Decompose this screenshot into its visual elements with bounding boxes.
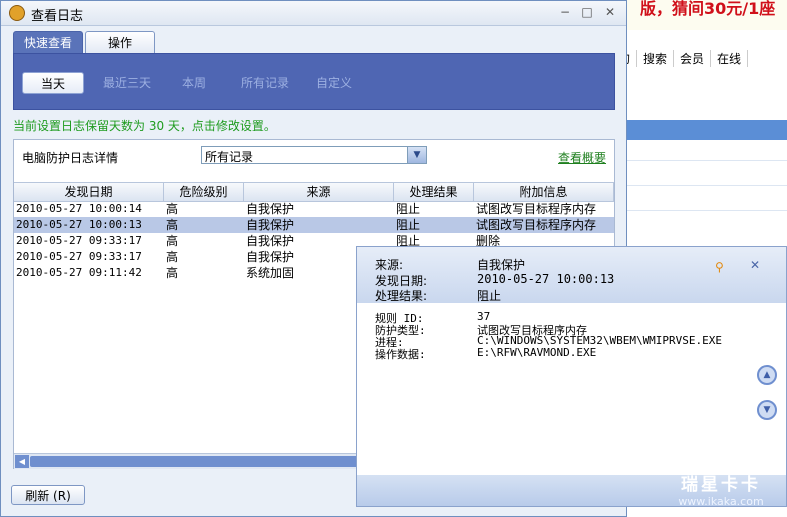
refresh-button[interactable]: 刷新 (R)	[11, 485, 85, 505]
cell-level: 高	[166, 266, 179, 280]
cell-source: 自我保护	[246, 250, 295, 264]
nav-item-member[interactable]: 会员	[674, 49, 712, 67]
popup-date-value: 2010-05-27 10:00:13	[477, 272, 615, 286]
cell-level: 高	[166, 218, 179, 232]
background-banner: 版，猜间30元/1座	[600, 0, 787, 30]
column-header-level[interactable]: 危险级别	[164, 183, 244, 201]
cell-source: 自我保护	[246, 218, 295, 232]
popup-header: 来源: 自我保护 发现日期: 2010-05-27 10:00:13 处理结果:…	[357, 247, 786, 303]
background-divider	[600, 185, 787, 186]
pin-icon[interactable]: ⚲	[715, 260, 724, 274]
record-filter-select[interactable]: 所有记录 ▼	[201, 146, 427, 164]
title-bar[interactable]: 查看日志 − □ ✕	[1, 1, 626, 26]
table-header: 发现日期 危险级别 来源 处理结果 附加信息	[14, 182, 614, 202]
view-overview-link[interactable]: 查看概要	[558, 149, 606, 166]
operation-data-value: E:\RFW\RAVMOND.EXE	[477, 346, 597, 359]
table-row[interactable]: 2010-05-27 10:00:13 高 自我保护 阻止 试图改写目标程序内存	[14, 217, 614, 233]
cell-date: 2010-05-27 09:11:42	[16, 266, 142, 279]
retention-notice[interactable]: 当前设置日志保留天数为 30 天，点击修改设置。	[13, 117, 276, 134]
cell-result: 阻止	[396, 218, 421, 232]
popup-result-label: 处理结果:	[375, 289, 428, 303]
app-logo-icon	[9, 5, 25, 21]
filter-panel: 当天 最近三天 本周 所有记录 自定义	[13, 53, 615, 110]
chevron-down-icon[interactable]: ▼	[407, 147, 426, 163]
watermark-logo: 瑞星卡卡 www.ikaka.com	[655, 468, 787, 517]
select-value: 所有记录	[205, 150, 254, 164]
cell-result: 阻止	[396, 202, 421, 216]
column-header-source[interactable]: 来源	[244, 183, 394, 201]
column-header-date[interactable]: 发现日期	[14, 183, 164, 201]
cell-date: 2010-05-27 10:00:13	[16, 218, 142, 231]
popup-source-value: 自我保护	[477, 258, 526, 272]
cell-level: 高	[166, 202, 179, 216]
close-button[interactable]: ✕	[602, 4, 618, 20]
background-divider	[600, 210, 787, 211]
background-nav: 我的 搜索 会员 在线	[600, 44, 787, 72]
operation-data-label: 操作数据:	[375, 348, 426, 361]
cell-source: 自我保护	[246, 202, 295, 216]
cell-info: 试图改写目标程序内存	[476, 202, 597, 216]
background-divider	[600, 160, 787, 161]
scroll-up-icon[interactable]: ▲	[757, 365, 777, 385]
cell-info: 试图改写目标程序内存	[476, 218, 597, 232]
cell-source: 自我保护	[246, 234, 295, 248]
maximize-button[interactable]: □	[579, 4, 595, 20]
cell-source: 系统加固	[246, 266, 295, 280]
watermark-title: 瑞星卡卡	[681, 475, 761, 495]
cell-date: 2010-05-27 10:00:14	[16, 202, 142, 215]
cell-level: 高	[166, 250, 179, 264]
close-icon[interactable]: ✕	[749, 259, 761, 271]
nav-item-online[interactable]: 在线	[711, 49, 749, 67]
minimize-button[interactable]: −	[557, 4, 573, 20]
log-detail-label: 电脑防护日志详情	[22, 151, 119, 165]
window-title: 查看日志	[31, 9, 84, 24]
tab-quick-view[interactable]: 快速查看	[13, 31, 83, 53]
cell-level: 高	[166, 234, 179, 248]
scroll-down-icon[interactable]: ▼	[757, 400, 777, 420]
cell-date: 2010-05-27 09:33:17	[16, 234, 142, 247]
table-row[interactable]: 2010-05-27 10:00:14 高 自我保护 阻止 试图改写目标程序内存	[14, 201, 614, 217]
cell-date: 2010-05-27 09:33:17	[16, 250, 142, 263]
popup-source-label: 来源:	[375, 258, 404, 272]
nav-item-search[interactable]: 搜索	[637, 49, 675, 67]
filter-today[interactable]: 当天	[22, 72, 84, 94]
scroll-left-icon[interactable]: ◀	[15, 455, 29, 468]
popup-result-value: 阻止	[477, 289, 502, 303]
column-header-info[interactable]: 附加信息	[474, 183, 614, 201]
background-bar	[600, 120, 787, 140]
filter-this-week[interactable]: 本周	[172, 72, 216, 94]
scrollbar-thumb[interactable]	[30, 456, 360, 467]
column-header-result[interactable]: 处理结果	[394, 183, 474, 201]
filter-custom[interactable]: 自定义	[312, 72, 356, 94]
filter-all-records[interactable]: 所有记录	[234, 72, 296, 94]
watermark-url: www.ikaka.com	[678, 495, 764, 508]
filter-last-three-days[interactable]: 最近三天	[96, 72, 158, 94]
tab-operations[interactable]: 操作	[85, 31, 155, 53]
